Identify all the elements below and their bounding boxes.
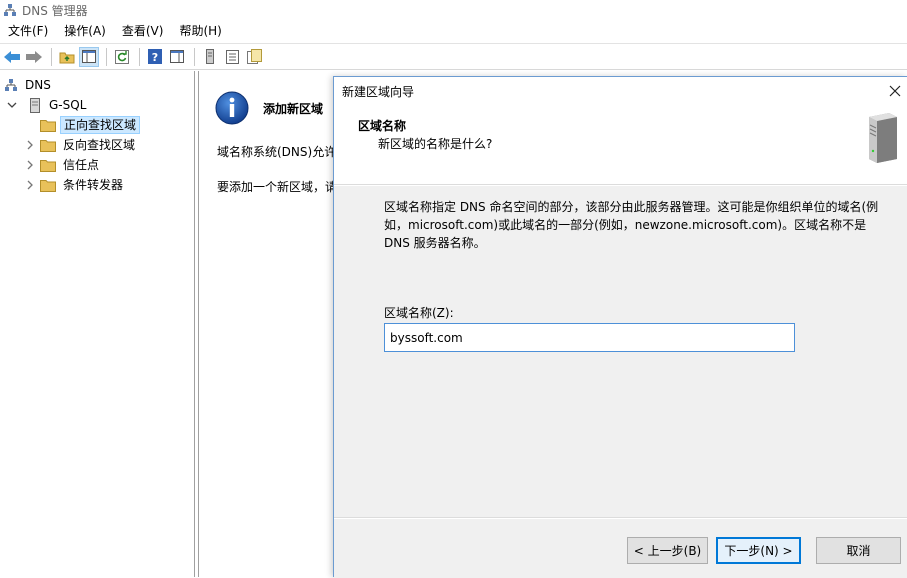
list-view-icon[interactable]: [222, 47, 242, 67]
tree-node-dns[interactable]: DNS: [4, 75, 54, 95]
tree-label-server: G-SQL: [49, 98, 87, 112]
tree-label-reverse-lookup-zones: 反向查找区域: [63, 138, 136, 152]
server-tower-icon: [869, 113, 897, 163]
result-text-line2: 要添加一个新区域，请: [217, 180, 338, 194]
dns-node-icon: [5, 79, 17, 91]
wizard-heading: 区域名称: [358, 119, 407, 133]
tree-node-reverse-lookup-zones[interactable]: 反向查找区域: [24, 135, 138, 155]
wizard-title: 新建区域向导: [342, 84, 415, 99]
tree-node-forward-lookup-zones[interactable]: 正向查找区域: [24, 115, 141, 135]
menu-help[interactable]: 帮助(H): [171, 20, 229, 42]
properties-icon[interactable]: [244, 47, 264, 67]
chevron-right-icon[interactable]: [24, 139, 36, 151]
tree-label-forward-lookup-zones: 正向查找区域: [60, 116, 141, 134]
folder-icon: [40, 179, 56, 192]
toolbar-separator: [51, 47, 52, 66]
show-console-tree-icon[interactable]: [79, 46, 99, 67]
tree-label-conditional-forwarders: 条件转发器: [63, 178, 124, 192]
tree-node-conditional-forwarders[interactable]: 条件转发器: [24, 175, 126, 195]
toolbar-separator: [194, 47, 195, 66]
chevron-right-icon[interactable]: [24, 159, 36, 171]
tree-expander-empty: [24, 119, 36, 131]
cancel-button[interactable]: 取消: [816, 537, 901, 564]
menu-view[interactable]: 查看(V): [114, 20, 172, 42]
folder-icon: [40, 159, 56, 172]
dns-app-icon: [4, 4, 16, 16]
wizard-title-bar: 新建区域向导: [334, 77, 907, 105]
info-icon: [215, 91, 249, 125]
tree-label-trust-points: 信任点: [63, 158, 100, 172]
menu-bar: 文件(F) 操作(A) 查看(V) 帮助(H): [0, 20, 907, 42]
result-title: 添加新区域: [263, 101, 324, 116]
chevron-right-icon[interactable]: [24, 179, 36, 191]
new-zone-wizard-dialog: 新建区域向导 区域名称 新区域的名称是什么? 区域名称指定 DNS 命名空间的部…: [333, 76, 907, 578]
show-action-pane-icon[interactable]: [167, 47, 187, 67]
forward-arrow-icon[interactable]: [24, 47, 44, 67]
tree-node-server[interactable]: G-SQL: [6, 95, 89, 115]
next-button[interactable]: 下一步(N) >: [716, 537, 801, 564]
server-icon: [30, 97, 40, 113]
refresh-icon[interactable]: [112, 47, 132, 67]
zone-name-description: 区域名称指定 DNS 命名空间的部分，该部分由此服务器管理。这可能是你组织单位的…: [384, 200, 879, 250]
chevron-down-icon[interactable]: [6, 99, 18, 111]
menu-file[interactable]: 文件(F): [0, 20, 56, 42]
zone-name-input[interactable]: [384, 323, 795, 352]
console-tree: DNS G-SQL 正向查找区域 反向查找区域 信任点 条件转发器: [0, 71, 195, 577]
help-icon[interactable]: ?: [145, 47, 165, 67]
svg-text:?: ?: [152, 51, 158, 64]
tree-label-dns: DNS: [25, 78, 51, 92]
title-bar: DNS 管理器: [0, 0, 907, 20]
tree-node-trust-points[interactable]: 信任点: [24, 155, 102, 175]
wizard-header: 区域名称 新区域的名称是什么?: [334, 105, 907, 185]
result-text-line1: 域名称系统(DNS)允许: [217, 145, 337, 159]
back-button[interactable]: < 上一步(B): [627, 537, 708, 564]
folder-up-icon[interactable]: [57, 47, 77, 67]
window-title: DNS 管理器: [22, 3, 88, 18]
toolbar-separator: [106, 47, 107, 66]
server-small-icon[interactable]: [200, 47, 220, 67]
result-header: 添加新区域: [215, 91, 323, 125]
toolbar-separator: [139, 47, 140, 66]
zone-name-label: 区域名称(Z):: [384, 306, 454, 320]
wizard-footer: < 上一步(B) 下一步(N) > 取消: [334, 519, 907, 578]
folder-icon: [40, 119, 56, 132]
menu-action[interactable]: 操作(A): [56, 20, 114, 42]
folder-icon: [40, 139, 56, 152]
wizard-subheading: 新区域的名称是什么?: [378, 137, 493, 151]
wizard-body: 区域名称指定 DNS 命名空间的部分，该部分由此服务器管理。这可能是你组织单位的…: [334, 186, 907, 518]
close-icon[interactable]: [885, 81, 905, 101]
back-arrow-icon[interactable]: [2, 47, 22, 67]
toolbar: ?: [0, 43, 907, 70]
